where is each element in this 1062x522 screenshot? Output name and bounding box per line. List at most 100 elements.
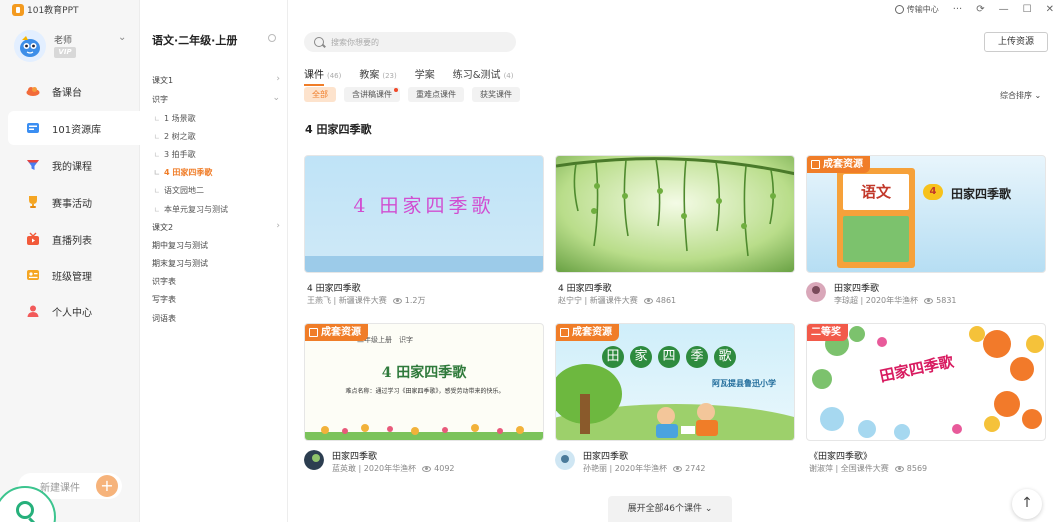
cover-note: 难点名称：通过学习《田家四季歌》，感受劳动带来的快乐。 <box>345 388 505 395</box>
bundle-badge: 成套资源 <box>305 324 368 341</box>
tree-branch-icon: ∟ <box>154 115 160 123</box>
resource-card[interactable]: 田 家 四 季 歌 阿瓦提县鲁迅小学 成套资源 田家四季歌 孙艳丽 | 2020… <box>555 323 795 479</box>
tree-branch-icon: ∟ <box>154 169 160 177</box>
view-count: 8569 <box>906 464 928 473</box>
tree-item[interactable]: 识字表 <box>152 276 280 287</box>
chip-with-script[interactable]: 含讲稿课件 <box>344 87 400 102</box>
card-thumbnail[interactable]: 田 家 四 季 歌 阿瓦提县鲁迅小学 成套资源 <box>555 323 795 441</box>
tree-item[interactable]: 课文1 › <box>152 74 280 86</box>
nav-item-live[interactable]: 直播列表 <box>0 222 140 256</box>
nav-item-prep[interactable]: 备课台 <box>0 74 140 108</box>
cover-title-row: 田 家 四 季 歌 <box>602 346 736 368</box>
card-thumbnail[interactable]: 田家四季歌 二等奖 <box>806 323 1046 441</box>
tab-exercises[interactable]: 练习&测试 (4) <box>453 66 514 84</box>
chip-all[interactable]: 全部 <box>304 87 336 102</box>
eye-icon <box>894 465 904 472</box>
card-thumbnail[interactable]: 二年级上册 识字 4 田家四季歌 难点名称：通过学习《田家四季歌》，感受劳动带来… <box>304 323 544 441</box>
nav-item-label: 个人中心 <box>52 307 92 319</box>
cover-title: 4 田家四季歌 <box>381 365 467 381</box>
card-thumbnail[interactable]: 4 田家四季歌 <box>304 155 544 273</box>
lesson-number: 4 <box>923 184 943 200</box>
cover-school: 阿瓦提县鲁迅小学 <box>712 379 776 388</box>
search-input[interactable] <box>331 37 501 47</box>
card-title[interactable]: 《田家四季歌》 <box>809 449 872 462</box>
nav-item-label: 赛事活动 <box>52 198 92 210</box>
view-count: 4092 <box>434 464 455 473</box>
bundle-badge: 成套资源 <box>556 324 619 341</box>
user-profile[interactable]: 老师 VIP ⌄ <box>14 30 134 66</box>
nav-item-events[interactable]: 赛事活动 <box>0 185 140 219</box>
tree-item[interactable]: 识字 ⌄ <box>152 93 280 105</box>
thumbnail-title: 4 田家四季歌 <box>353 195 495 217</box>
sort-dropdown[interactable]: 综合排序 ⌄ <box>1000 90 1041 101</box>
cover-char: 四 <box>658 346 680 368</box>
nav-item-label: 直播列表 <box>52 235 92 247</box>
tree-item[interactable]: ∟ 2 树之歌 <box>154 131 282 142</box>
chevron-down-icon[interactable]: ⌄ <box>118 32 126 43</box>
vip-badge: VIP <box>54 47 76 58</box>
tab-courseware[interactable]: 课件 (46) <box>304 66 341 86</box>
award-badge: 二等奖 <box>807 324 848 341</box>
tree-item[interactable]: 写字表 <box>152 294 280 305</box>
nav-item-my-courses[interactable]: 我的课程 <box>0 148 140 182</box>
settings-icon[interactable] <box>268 34 276 42</box>
card-meta: 赵宁宁 | 新疆课件大赛 4861 <box>558 296 677 305</box>
chip-award[interactable]: 获奖课件 <box>472 87 520 102</box>
textbook-cover: 语文 <box>837 168 915 268</box>
chip-key-points[interactable]: 重难点课件 <box>408 87 464 102</box>
resource-tabs: 课件 (46) 教案 (23) 学案 练习&测试 (4) <box>304 66 531 86</box>
eye-icon <box>643 297 653 304</box>
tree-item[interactable]: 课文2 › <box>152 221 280 233</box>
card-thumbnail[interactable] <box>555 155 795 273</box>
nav-item-label: 班级管理 <box>52 271 92 283</box>
book-title[interactable]: 语文·二年级·上册 <box>152 32 237 48</box>
tree-item[interactable]: ∟ 本单元复习与测试 <box>154 204 282 215</box>
tree-item[interactable]: ∟ 3 拍手歌 <box>154 149 282 160</box>
card-title[interactable]: 田家四季歌 <box>834 281 879 294</box>
search-icon <box>16 501 34 519</box>
seasons-wreath-image <box>812 326 1044 440</box>
tree-item[interactable]: 词语表 <box>152 313 280 324</box>
chevron-down-icon: ⌄ <box>272 93 280 103</box>
tab-lesson-plan[interactable]: 教案 (23) <box>359 66 396 84</box>
book-icon <box>309 328 318 337</box>
nav-item-label: 101资源库 <box>52 124 102 136</box>
resource-card[interactable]: 4 田家四季歌 4 田家四季歌 王燕飞 | 新疆课件大赛 1.2万 <box>304 155 544 311</box>
author-avatar <box>806 282 826 302</box>
resource-card[interactable]: 二年级上册 识字 4 田家四季歌 难点名称：通过学习《田家四季歌》，感受劳动带来… <box>304 323 544 479</box>
card-meta: 王燕飞 | 新疆课件大赛 1.2万 <box>307 296 426 305</box>
funnel-icon <box>26 158 40 172</box>
card-title[interactable]: 田家四季歌 <box>332 449 377 462</box>
plus-icon: + <box>96 475 118 497</box>
tree-item[interactable]: ∟ 1 场景歌 <box>154 113 282 124</box>
tree-item[interactable]: ∟ 语文园地二 <box>154 185 282 196</box>
card-meta: 谢淑萍 | 全国课件大赛 8569 <box>809 464 928 473</box>
tree-item-active[interactable]: ∟ 4 田家四季歌 <box>154 167 282 178</box>
card-title[interactable]: 4 田家四季歌 <box>307 281 361 294</box>
trophy-icon <box>26 195 40 209</box>
nav-item-library[interactable]: 101资源库 <box>8 111 140 145</box>
back-to-top-button[interactable]: ↑ <box>1012 489 1042 519</box>
card-title[interactable]: 4 田家四季歌 <box>558 281 612 294</box>
new-course-label: 新建课件 <box>40 482 80 494</box>
resource-card[interactable]: 田家四季歌 二等奖 《田家四季歌》 谢淑萍 | 全国课件大赛 8569 <box>806 323 1046 479</box>
section-title: 4 田家四季歌 <box>305 123 372 136</box>
tab-study-guide[interactable]: 学案 <box>415 66 435 84</box>
tree-item[interactable]: 期中复习与测试 <box>152 240 280 251</box>
resource-card[interactable]: 语文 4 田家四季歌 成套资源 田家四季歌 李琼超 | 2020年华渔杯 5831 <box>806 155 1046 311</box>
expand-all-button[interactable]: 展开全部46个课件 ⌄ <box>608 496 732 522</box>
main-content: 上传资源 课件(46) 教案(23) 学案 练习&测试(4) 全部 含讲稿课件 … <box>288 0 1062 522</box>
nav-item-class[interactable]: 班级管理 <box>0 258 140 292</box>
tree-item[interactable]: 期末复习与测试 <box>152 258 280 269</box>
resource-card[interactable]: 4 田家四季歌 赵宁宁 | 新疆课件大赛 4861 <box>555 155 795 311</box>
chevron-right-icon: › <box>276 221 280 231</box>
avatar <box>14 30 46 62</box>
nav-item-profile[interactable]: 个人中心 <box>0 294 140 328</box>
cover-subject: 语文 <box>843 174 909 210</box>
card-thumbnail[interactable]: 语文 4 田家四季歌 成套资源 <box>806 155 1046 273</box>
cover-char: 季 <box>686 346 708 368</box>
cover-char: 家 <box>630 346 652 368</box>
card-title[interactable]: 田家四季歌 <box>583 449 628 462</box>
upload-resource-button[interactable]: 上传资源 <box>984 32 1048 52</box>
eye-icon <box>422 465 432 472</box>
